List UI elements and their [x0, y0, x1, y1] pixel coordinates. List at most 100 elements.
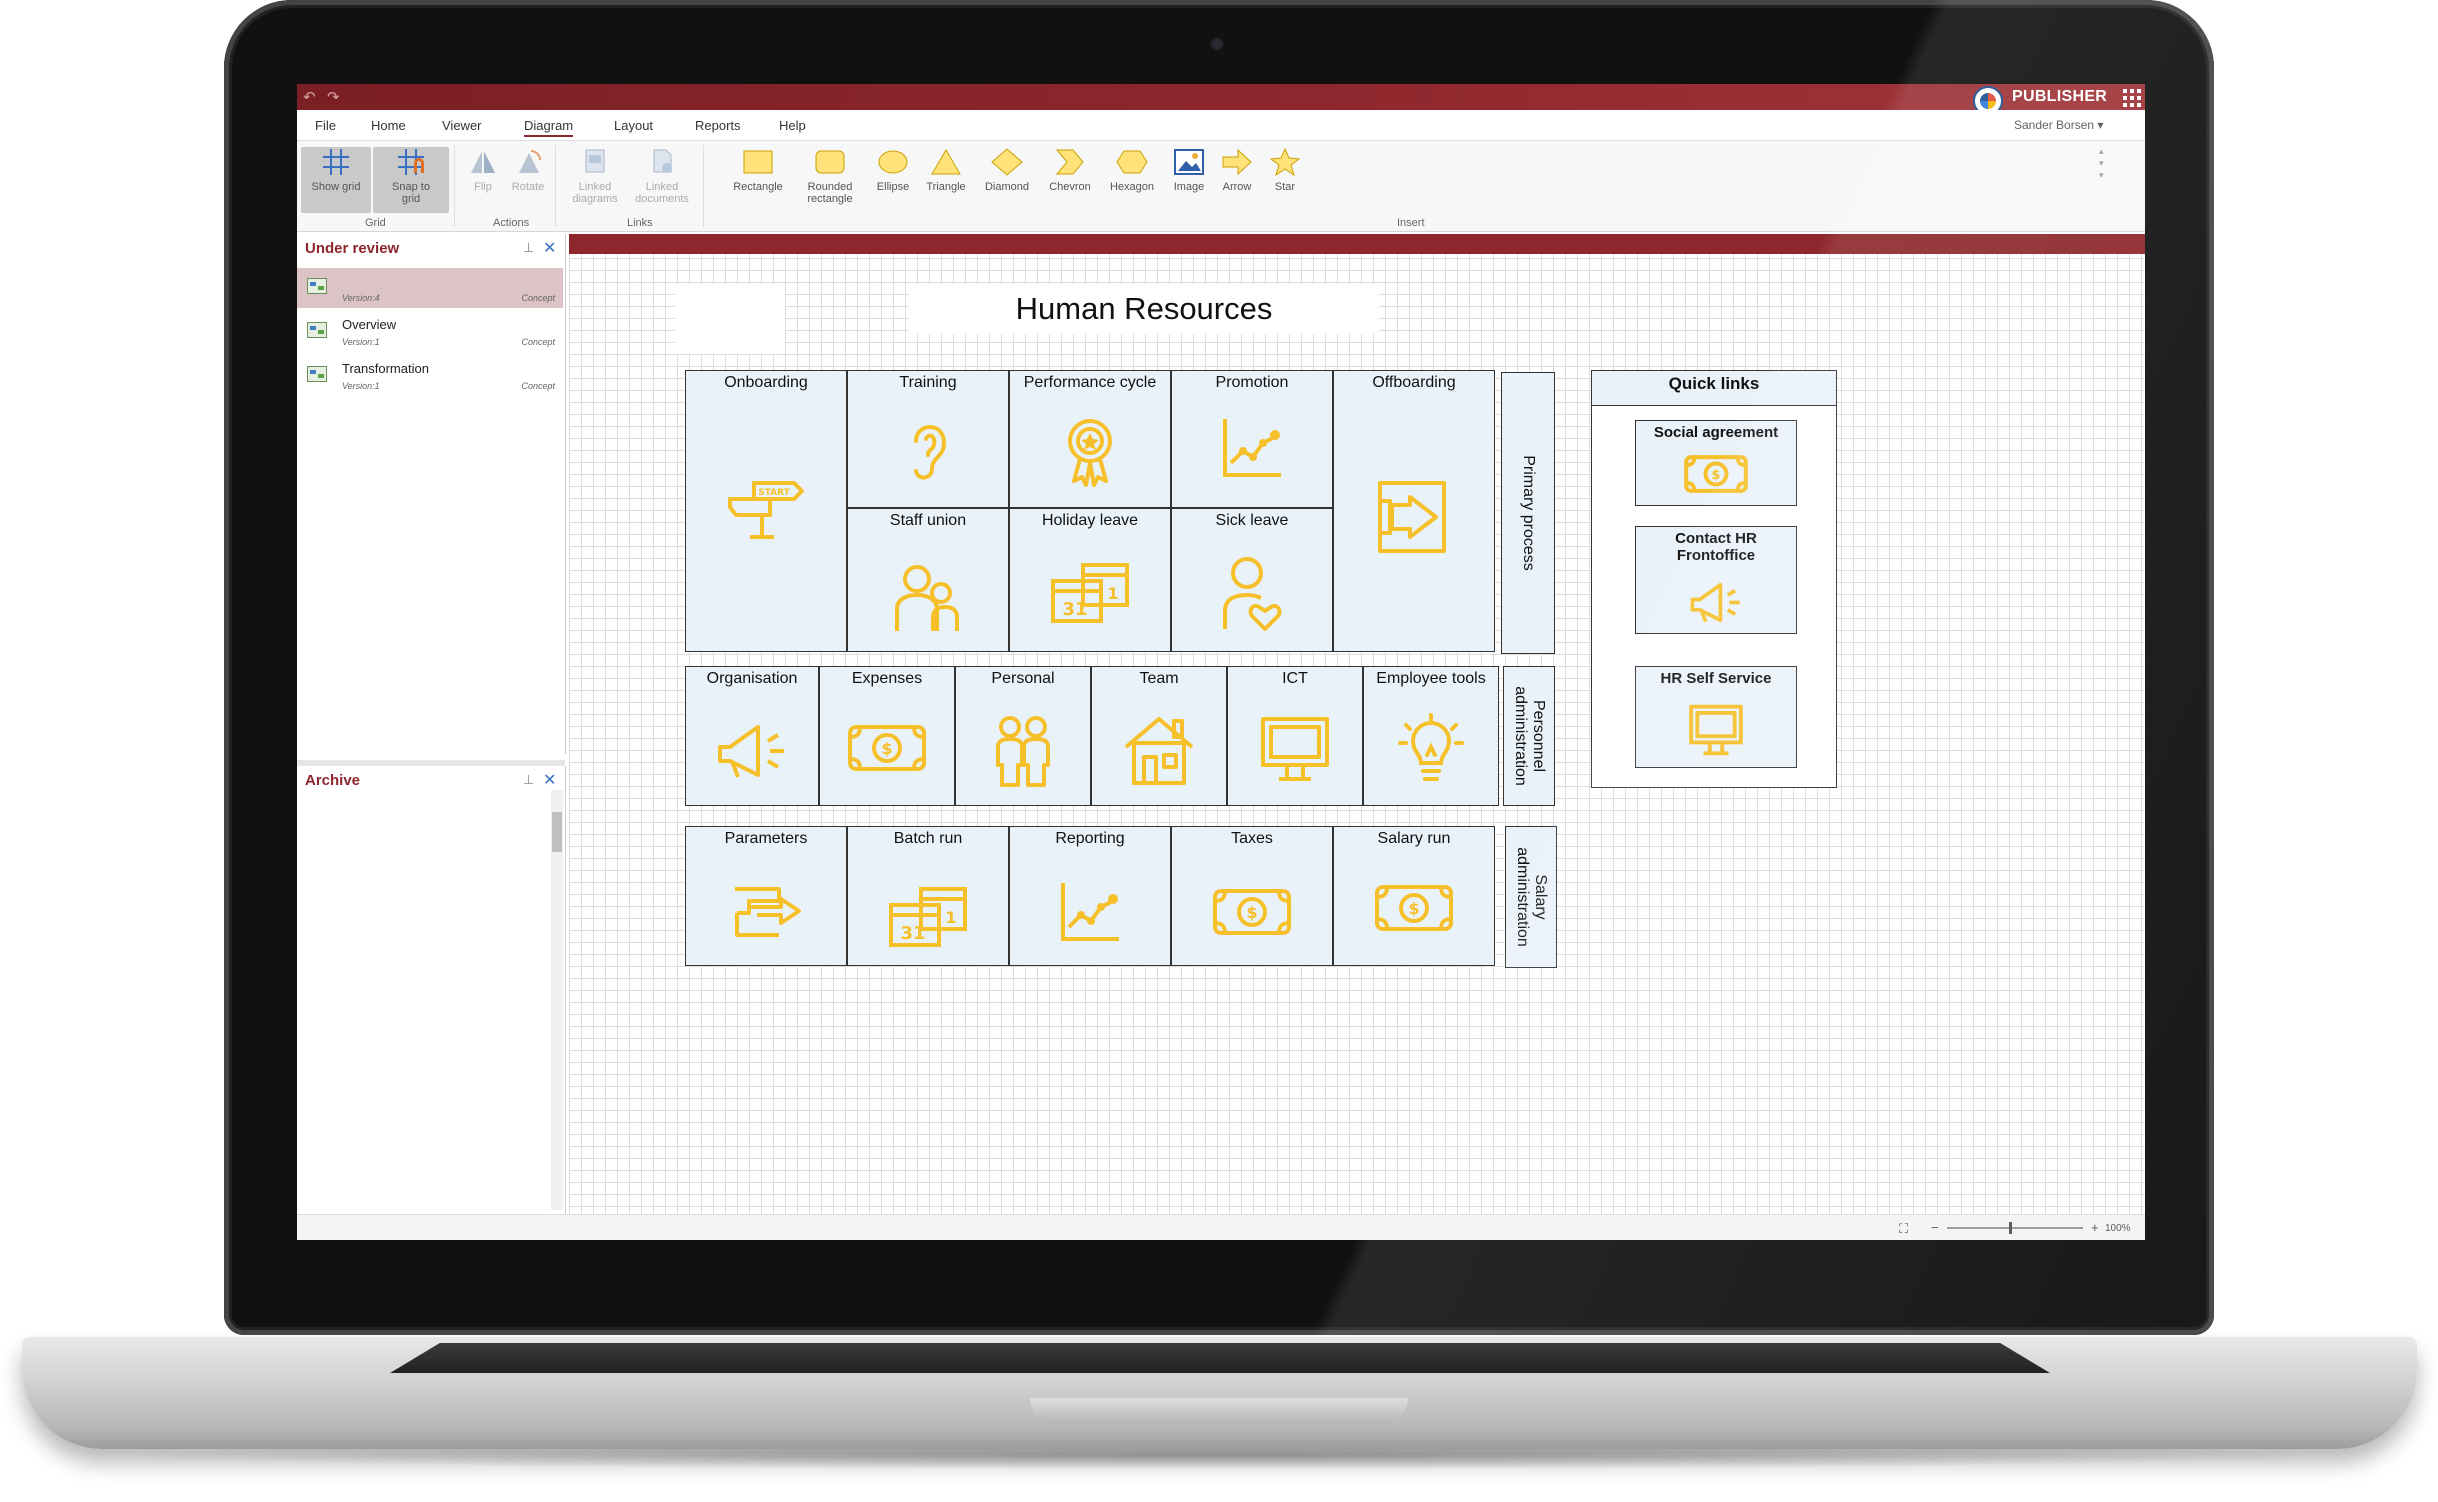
close-icon[interactable]: ✕: [543, 238, 556, 258]
pin-icon[interactable]: ⊥: [523, 240, 534, 256]
linked-diagrams-button[interactable]: Linked diagrams: [567, 147, 623, 205]
item-name: Transformation: [342, 361, 429, 376]
show-grid-button[interactable]: Show grid: [301, 147, 371, 213]
user-menu[interactable]: Sander Borsen ▾: [2014, 118, 2103, 132]
box-label: Salary run: [1377, 830, 1451, 847]
rotate-button[interactable]: Rotate: [507, 147, 549, 193]
money-icon: $: [848, 725, 926, 771]
box-personal[interactable]: Personal: [955, 666, 1091, 806]
blank-shape[interactable]: [675, 284, 785, 354]
linked-diagrams-icon: [585, 149, 605, 173]
link-label: Social agreement: [1653, 424, 1779, 441]
box-parameters[interactable]: Parameters: [685, 826, 847, 966]
box-employee-tools[interactable]: Employee tools: [1363, 666, 1499, 806]
zoom-in-button[interactable]: +: [2091, 1220, 2099, 1235]
insert-ellipse-button[interactable]: Ellipse: [871, 147, 915, 193]
brand-name: PUBLISHER: [2012, 88, 2108, 105]
list-item[interactable]: Version:4 Concept: [297, 268, 563, 308]
menu-reports[interactable]: Reports: [695, 118, 741, 133]
zoom-slider[interactable]: [1947, 1222, 2083, 1234]
flip-icon: [471, 151, 495, 173]
rounded-label-1: Rounded: [807, 181, 853, 193]
box-team[interactable]: Team: [1091, 666, 1227, 806]
insert-triangle-button[interactable]: Triangle: [921, 147, 971, 193]
box-staff-union[interactable]: Staff union: [847, 508, 1009, 652]
lane-label: Salary administration: [1514, 847, 1549, 947]
insert-rounded-rectangle-button[interactable]: Rounded rectangle: [797, 147, 863, 205]
box-label: Holiday leave: [1041, 512, 1139, 529]
quick-links-title: Quick links: [1668, 374, 1760, 393]
lane-salary-administration[interactable]: Salary administration: [1505, 826, 1557, 968]
redo-icon[interactable]: ↷: [327, 88, 340, 106]
megaphone-icon: [718, 725, 784, 778]
ribbon-scroll[interactable]: ▴ ▾ ▾: [2099, 145, 2104, 181]
snap-to-grid-button[interactable]: Snap to grid: [373, 147, 449, 213]
insert-image-button[interactable]: Image: [1167, 147, 1211, 193]
linked-documents-button[interactable]: Linked documents: [629, 147, 695, 205]
box-holiday-leave[interactable]: Holiday leave 31 1: [1009, 508, 1171, 652]
list-item[interactable]: Transformation Version:1 Concept: [297, 356, 563, 396]
item-version: Version:1: [342, 337, 380, 347]
box-expenses[interactable]: Expenses $: [819, 666, 955, 806]
group-grid-label: Grid: [365, 217, 386, 229]
box-label: Sick leave: [1215, 512, 1289, 529]
svg-text:31: 31: [900, 923, 925, 944]
rectangle-icon: [743, 150, 773, 174]
insert-diamond-button[interactable]: Diamond: [979, 147, 1035, 193]
box-organisation[interactable]: Organisation: [685, 666, 819, 806]
lane-primary-process[interactable]: Primary process: [1501, 372, 1555, 654]
box-ict[interactable]: ICT: [1227, 666, 1363, 806]
app-launcher-icon[interactable]: [2123, 89, 2141, 107]
menu-viewer[interactable]: Viewer: [442, 118, 482, 133]
box-label: Organisation: [706, 670, 798, 687]
scrollbar[interactable]: [551, 790, 563, 1210]
menu-file[interactable]: File: [315, 118, 336, 133]
fit-page-icon[interactable]: ⛶: [1899, 1221, 1908, 1237]
undo-icon[interactable]: ↶: [303, 88, 316, 106]
lane-personnel-administration[interactable]: Personnel administration: [1503, 666, 1555, 806]
insert-rectangle-button[interactable]: Rectangle: [727, 147, 789, 193]
link-social-agreement[interactable]: Social agreement $: [1635, 420, 1797, 506]
list-item[interactable]: Overview Version:1 Concept: [297, 312, 563, 352]
diagram-icon: [307, 278, 327, 294]
box-training[interactable]: Training: [847, 370, 1009, 508]
box-label: Promotion: [1215, 374, 1289, 391]
box-batch-run[interactable]: Batch run 31 1: [847, 826, 1009, 966]
box-salary-run[interactable]: Salary run $: [1333, 826, 1495, 966]
title-shape[interactable]: Human Resources: [909, 284, 1379, 334]
insert-star-button[interactable]: Star: [1263, 147, 1307, 193]
box-taxes[interactable]: Taxes $: [1171, 826, 1333, 966]
snap-grid-icon: [398, 149, 424, 175]
zoom-slider-thumb[interactable]: [2009, 1222, 2012, 1234]
link-contact-hr-frontoffice[interactable]: Contact HR Frontoffice: [1635, 526, 1797, 634]
box-promotion[interactable]: Promotion: [1171, 370, 1333, 508]
menu-help[interactable]: Help: [779, 118, 806, 133]
box-label: Training: [899, 374, 957, 391]
start-sign-icon: START: [728, 481, 804, 539]
group-actions-label: Actions: [493, 217, 530, 229]
insert-chevron-button[interactable]: Chevron: [1043, 147, 1097, 193]
ellipse-label: Ellipse: [876, 181, 910, 193]
menu-layout[interactable]: Layout: [614, 118, 653, 133]
box-performance-cycle[interactable]: Performance cycle: [1009, 370, 1171, 508]
archive-panel: Archive ⊥ ✕: [297, 766, 566, 1214]
ribbon: Show grid Snap to grid Grid Flip Rotate …: [297, 141, 2145, 232]
house-icon: [1124, 717, 1194, 785]
insert-arrow-button[interactable]: Arrow: [1215, 147, 1259, 193]
menu-home[interactable]: Home: [371, 118, 406, 133]
svg-text:$: $: [881, 739, 892, 758]
scrollbar-thumb[interactable]: [552, 812, 562, 852]
insert-hexagon-button[interactable]: Hexagon: [1103, 147, 1161, 193]
flip-button[interactable]: Flip: [465, 147, 501, 193]
close-icon[interactable]: ✕: [543, 770, 556, 790]
pin-icon[interactable]: ⊥: [523, 772, 534, 788]
diagram-icon: [307, 366, 327, 382]
link-hr-self-service[interactable]: HR Self Service: [1635, 666, 1797, 768]
box-reporting[interactable]: Reporting: [1009, 826, 1171, 966]
box-offboarding[interactable]: Offboarding: [1333, 370, 1495, 652]
menu-diagram[interactable]: Diagram: [524, 118, 574, 137]
box-sick-leave[interactable]: Sick leave: [1171, 508, 1333, 652]
box-onboarding[interactable]: Onboarding START: [685, 370, 847, 652]
zoom-out-button[interactable]: −: [1931, 1220, 1939, 1235]
box-label: Personal: [991, 670, 1055, 687]
